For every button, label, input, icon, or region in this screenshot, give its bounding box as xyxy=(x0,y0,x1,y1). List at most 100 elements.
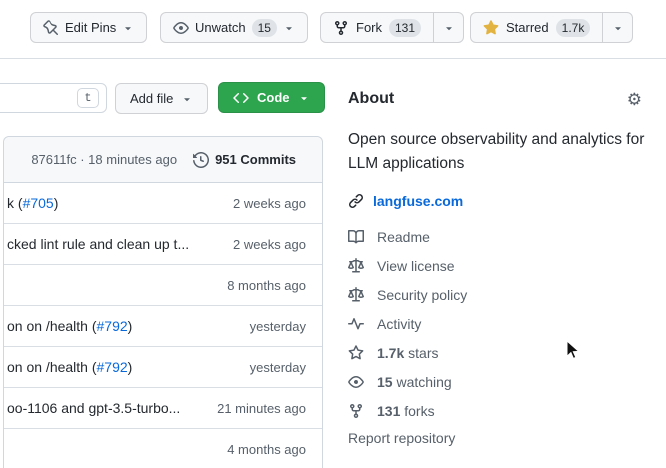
commit-message-text: oo-1106 and gpt-3.5-turbo... xyxy=(7,400,180,416)
fork-button[interactable]: Fork 131 xyxy=(321,13,433,42)
view-license-link[interactable]: View license xyxy=(348,256,648,276)
pulse-icon xyxy=(348,316,364,332)
commit-message-text: cked lint rule and clean up t... xyxy=(7,236,189,252)
stars-count: 1.7k xyxy=(377,345,404,361)
commit-message[interactable]: oo-1106 and gpt-3.5-turbo... xyxy=(4,400,217,416)
watch-count-badge: 15 xyxy=(252,19,277,37)
issue-link[interactable]: #792 xyxy=(97,318,128,334)
code-icon xyxy=(233,90,249,106)
repo-description: Open source observability and analytics … xyxy=(348,128,648,176)
chevron-down-icon xyxy=(612,22,624,34)
starred-button[interactable]: Starred 1.7k xyxy=(471,13,602,42)
table-row[interactable]: k (#705) 2 weeks ago xyxy=(4,183,322,224)
commit-message-text: on on /health ( xyxy=(7,318,97,334)
commit-message-text: k ( xyxy=(7,195,23,211)
stars-label: stars xyxy=(404,345,438,361)
header-divider xyxy=(0,58,666,59)
table-row[interactable]: oo-1106 and gpt-3.5-turbo... 21 minutes … xyxy=(4,388,322,429)
website-link[interactable]: langfuse.com xyxy=(373,193,463,209)
watching-stat[interactable]: 15 watching xyxy=(348,372,648,392)
star-dropdown-button[interactable] xyxy=(602,13,632,42)
fork-icon xyxy=(333,20,349,36)
fork-button-group: Fork 131 xyxy=(320,12,464,43)
commit-message-text: ) xyxy=(128,318,133,334)
starred-label: Starred xyxy=(506,20,549,35)
latest-commit-bar: 87611fc · 18 minutes ago 951 Commits xyxy=(4,137,322,183)
security-policy-label: Security policy xyxy=(377,287,467,303)
edit-pins-button[interactable]: Edit Pins xyxy=(30,12,147,43)
commit-message-text: ) xyxy=(54,195,59,211)
stars-stat-text: 1.7k stars xyxy=(377,345,438,361)
about-sidebar: About ⚙ Open source observability and an… xyxy=(348,90,648,446)
star-filled-icon xyxy=(483,20,499,36)
commit-history-link[interactable]: 951 Commits xyxy=(193,152,296,168)
table-row[interactable]: cked lint rule and clean up t... 2 weeks… xyxy=(4,224,322,265)
star-button-group: Starred 1.7k xyxy=(470,12,633,43)
security-policy-link[interactable]: Security policy xyxy=(348,285,648,305)
table-row[interactable]: on on /health (#792) yesterday xyxy=(4,306,322,347)
pin-icon xyxy=(43,20,59,36)
commit-age: yesterday xyxy=(250,360,322,375)
link-icon xyxy=(348,193,364,209)
watching-stat-text: 15 watching xyxy=(377,374,452,390)
eye-icon xyxy=(348,374,364,390)
commit-message-text: on on /health ( xyxy=(7,359,97,375)
fork-dropdown-button[interactable] xyxy=(433,13,463,42)
watching-count: 15 xyxy=(377,374,393,390)
commit-age: yesterday xyxy=(250,319,322,334)
law-icon xyxy=(348,287,364,303)
add-file-button[interactable]: Add file xyxy=(115,83,208,114)
code-button[interactable]: Code xyxy=(218,82,325,113)
forks-count: 131 xyxy=(377,403,400,419)
chevron-down-icon xyxy=(181,93,193,105)
issue-link[interactable]: #792 xyxy=(97,359,128,375)
go-to-file-input[interactable]: t xyxy=(0,83,107,113)
chevron-down-icon xyxy=(122,22,134,34)
issue-link[interactable]: #705 xyxy=(23,195,54,211)
commit-message[interactable]: cked lint rule and clean up t... xyxy=(4,236,233,252)
commit-age: 2 weeks ago xyxy=(233,237,322,252)
commits-count-label: 951 Commits xyxy=(215,152,296,167)
star-count-badge: 1.7k xyxy=(556,19,591,37)
stars-stat[interactable]: 1.7k stars xyxy=(348,343,648,363)
github-repo-page: Edit Pins Unwatch 15 Fork 131 Starred 1.… xyxy=(0,0,666,468)
commit-message[interactable]: k (#705) xyxy=(4,195,233,211)
book-icon xyxy=(348,229,364,245)
fork-label: Fork xyxy=(356,20,382,35)
forks-stat-text: 131 forks xyxy=(377,403,435,419)
table-row[interactable]: 4 months ago xyxy=(4,429,322,468)
keyboard-shortcut-hint: t xyxy=(77,88,99,108)
latest-commit-meta[interactable]: 87611fc · 18 minutes ago xyxy=(31,152,177,167)
commit-age: 21 minutes ago xyxy=(217,401,322,416)
chevron-down-icon xyxy=(443,22,455,34)
commit-message[interactable]: on on /health (#792) xyxy=(4,318,250,334)
commit-age: 4 months ago xyxy=(227,442,322,457)
edit-pins-label: Edit Pins xyxy=(65,20,116,35)
fork-count-badge: 131 xyxy=(389,19,421,37)
table-row[interactable]: 8 months ago xyxy=(4,265,322,306)
gear-icon[interactable]: ⚙ xyxy=(627,91,642,108)
law-icon xyxy=(348,258,364,274)
unwatch-label: Unwatch xyxy=(195,20,246,35)
watching-label: watching xyxy=(393,374,452,390)
code-label: Code xyxy=(257,90,290,105)
add-file-label: Add file xyxy=(130,91,173,106)
fork-icon xyxy=(348,403,364,419)
commit-age: 8 months ago xyxy=(227,278,322,293)
eye-icon xyxy=(173,20,189,36)
commit-age: 2 weeks ago xyxy=(233,196,322,211)
chevron-down-icon xyxy=(283,22,295,34)
table-row[interactable]: on on /health (#792) yesterday xyxy=(4,347,322,388)
forks-label: forks xyxy=(400,403,434,419)
unwatch-button[interactable]: Unwatch 15 xyxy=(160,12,308,43)
activity-link[interactable]: Activity xyxy=(348,314,648,334)
chevron-down-icon xyxy=(298,92,310,104)
report-repository-link[interactable]: Report repository xyxy=(348,430,648,446)
star-icon xyxy=(348,345,364,361)
commit-message[interactable]: on on /health (#792) xyxy=(4,359,250,375)
view-license-label: View license xyxy=(377,258,455,274)
commit-message-text: ) xyxy=(128,359,133,375)
readme-link[interactable]: Readme xyxy=(348,227,648,247)
forks-stat[interactable]: 131 forks xyxy=(348,401,648,421)
file-table: 87611fc · 18 minutes ago 951 Commits k (… xyxy=(3,136,323,468)
